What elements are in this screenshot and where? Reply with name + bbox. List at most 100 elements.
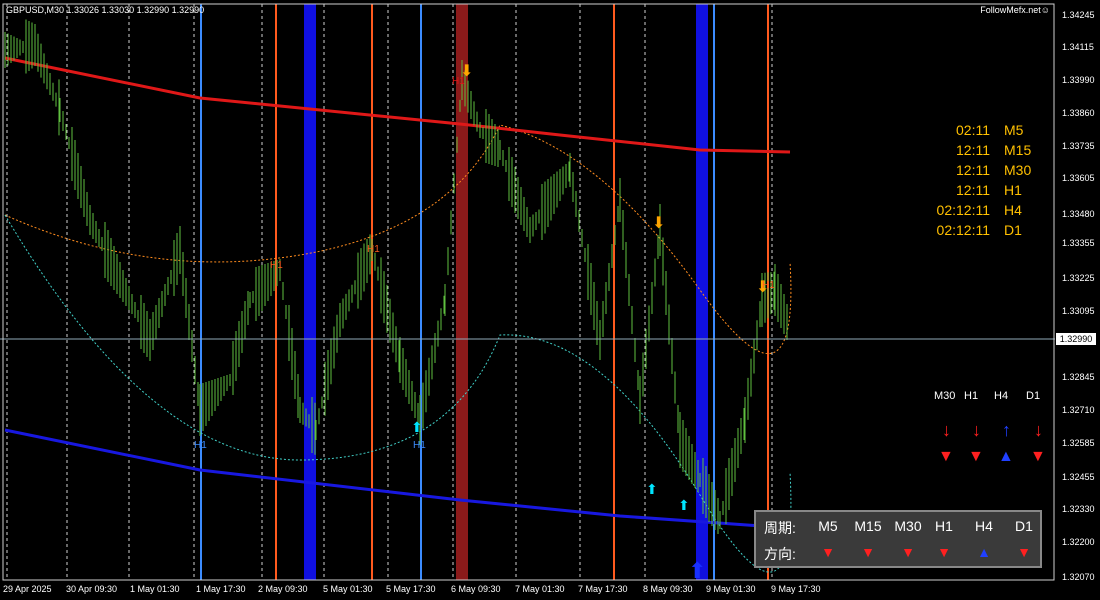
- up-arrow-icon: ⬆: [411, 419, 423, 435]
- price-label: 1.33735: [1062, 141, 1095, 151]
- direction-label: 方向:: [764, 546, 796, 562]
- timer-timeframe: H1: [1004, 182, 1022, 198]
- time-label: 29 Apr 2025: [3, 584, 52, 594]
- brand-label: FollowMefx.net☺: [980, 5, 1050, 15]
- timer-timeframe: M30: [1004, 162, 1032, 178]
- time-label: 9 May 17:30: [771, 584, 821, 594]
- time-label: 2 May 09:30: [258, 584, 308, 594]
- signal-label: H1: [270, 260, 283, 271]
- timer-row: 02:12:11 H4: [920, 200, 1038, 220]
- signal-markers: ⬇ ⬇ ⬇ ⬆ ⬆ ⬆ ⬆ H1 H1 H1 H1 H1 H1: [194, 63, 775, 583]
- indicator-curves: [4, 56, 792, 573]
- direction-triangle-icon: ▼: [968, 448, 984, 465]
- price-label: 1.33860: [1062, 108, 1095, 118]
- mtf-header: H1: [964, 390, 979, 402]
- time-label: 7 May 01:30: [515, 584, 565, 594]
- price-bars: [4, 19, 788, 534]
- timer-row: 02:11 M5: [920, 120, 1038, 140]
- timer-timeframe: M15: [1004, 142, 1032, 158]
- direction-triangle-icon: ▼: [938, 448, 954, 465]
- panel-period: H4: [975, 518, 993, 534]
- down-arrow-icon: ⬇: [652, 215, 665, 232]
- direction-triangle-icon: ▼: [1030, 448, 1046, 465]
- panel-direction-icon: ▼: [821, 544, 835, 560]
- timer-value: 02:12:11: [936, 222, 990, 238]
- time-label: 1 May 17:30: [196, 584, 246, 594]
- price-label: 1.32845: [1062, 372, 1095, 382]
- signal-label: H1: [762, 280, 775, 291]
- price-label: 1.32200: [1062, 537, 1095, 547]
- direction-triangle-icon: ▲: [998, 448, 1014, 465]
- timer-row: 02:12:11 D1: [920, 220, 1038, 240]
- mtf-header: M30: [934, 390, 956, 402]
- panel-direction-icon: ▼: [901, 544, 915, 560]
- timer-timeframe: H4: [1004, 202, 1022, 218]
- time-label: 5 May 17:30: [386, 584, 436, 594]
- timer-row: 12:11 M30: [920, 160, 1038, 180]
- panel-direction-icon: ▲: [977, 544, 991, 560]
- up-arrow-icon: ⬆: [688, 558, 706, 583]
- panel-period: M5: [818, 518, 838, 534]
- direction-row: 方向: ▼ ▼ ▼ ▼ ▲ ▼: [764, 544, 1040, 568]
- signal-label: H1: [367, 244, 380, 255]
- panel-period: M30: [894, 518, 922, 534]
- panel-direction-icon: ▼: [861, 544, 875, 560]
- price-label: 1.33355: [1062, 238, 1095, 248]
- session-band-blue: [304, 4, 316, 580]
- signal-label: H1: [452, 76, 465, 87]
- up-arrow-icon: ⬆: [646, 481, 658, 497]
- price-label: 1.33480: [1062, 209, 1095, 219]
- time-label: 7 May 17:30: [578, 584, 628, 594]
- time-label: 1 May 01:30: [130, 584, 180, 594]
- panel-direction-icon: ▼: [1017, 544, 1031, 560]
- timer-value: 12:11: [956, 162, 990, 178]
- timeframe-countdown: 02:11 M5 12:11 M15 12:11 M30 12:11 H1 02:12:11 H4…: [920, 120, 1038, 240]
- time-label: 8 May 09:30: [643, 584, 693, 594]
- timer-value: 12:11: [956, 142, 990, 158]
- panel-period: H1: [935, 518, 953, 534]
- symbol-info: GBPUSD,M30 1.33026 1.33030 1.32990 1.329…: [6, 5, 205, 15]
- period-row: 周期: M5 M15 M30 H1 H4 D1: [764, 518, 1040, 542]
- mtf-header: D1: [1026, 390, 1041, 402]
- timer-value: 02:11: [956, 122, 990, 138]
- direction-arrow-icon: ↓: [1034, 420, 1043, 440]
- direction-arrow-icon: ↑: [1002, 420, 1011, 440]
- current-price-tag: 1.32990: [1056, 333, 1096, 345]
- price-label: 1.34245: [1062, 10, 1095, 20]
- panel-period: D1: [1015, 518, 1033, 534]
- timer-timeframe: D1: [1004, 222, 1022, 238]
- price-label: 1.32330: [1062, 504, 1095, 514]
- time-label: 6 May 09:30: [451, 584, 501, 594]
- signal-label: H1: [194, 440, 207, 451]
- direction-panel: 周期: M5 M15 M30 H1 H4 D1 方向: ▼ ▼ ▼ ▼ ▲ ▼: [754, 510, 1042, 568]
- time-label: 30 Apr 09:30: [66, 584, 118, 594]
- resistance-trendline: [4, 56, 791, 154]
- time-label: 5 May 01:30: [323, 584, 373, 594]
- direction-arrow-icon: ↓: [942, 420, 951, 440]
- support-trendline: [4, 428, 791, 530]
- price-label: 1.33990: [1062, 75, 1095, 85]
- price-label: 1.33095: [1062, 306, 1095, 316]
- direction-arrow-icon: ↓: [972, 420, 981, 440]
- panel-period: M15: [854, 518, 882, 534]
- signal-label: H1: [413, 440, 426, 451]
- price-label: 1.32710: [1062, 405, 1095, 415]
- mtf-header: H4: [994, 390, 1009, 402]
- price-label: 1.32070: [1062, 572, 1095, 582]
- price-label: 1.33225: [1062, 273, 1095, 283]
- upper-channel-curve: [4, 124, 792, 355]
- period-label: 周期:: [764, 520, 796, 536]
- price-label: 1.34115: [1062, 42, 1094, 52]
- price-label: 1.32585: [1062, 438, 1095, 448]
- up-arrow-icon: ⬆: [678, 497, 690, 513]
- time-label: 9 May 01:30: [706, 584, 756, 594]
- timer-timeframe: M5: [1004, 122, 1024, 138]
- session-lines: [200, 4, 769, 580]
- timer-row: 12:11 H1: [920, 180, 1038, 200]
- panel-direction-icon: ▼: [937, 544, 951, 560]
- price-label: 1.32455: [1062, 472, 1095, 482]
- timer-row: 12:11 M15: [920, 140, 1038, 160]
- timer-value: 02:12:11: [936, 202, 990, 218]
- price-label: 1.33605: [1062, 173, 1095, 183]
- timer-value: 12:11: [956, 182, 990, 198]
